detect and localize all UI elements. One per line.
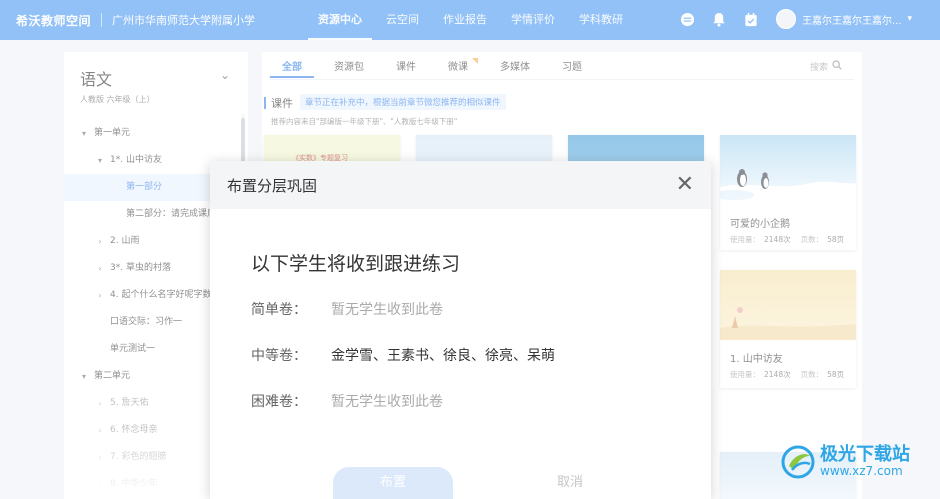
row-value: 暂无学生收到此卷 bbox=[331, 394, 443, 410]
layered-assignment-dialog: 布置分层巩固 ✕ 以下学生将收到跟进练习 简单卷： 暂无学生收到此卷 中等卷： … bbox=[210, 161, 711, 499]
easy-paper-row: 简单卷： 暂无学生收到此卷 bbox=[251, 299, 443, 319]
dialog-heading: 以下学生将收到跟进练习 bbox=[251, 253, 461, 275]
medium-paper-row: 中等卷： 金学雪、王素书、徐良、徐亮、呆萌 bbox=[251, 345, 555, 365]
row-label: 中等卷： bbox=[251, 348, 307, 364]
watermark-url: www.xz7.com bbox=[820, 464, 903, 478]
close-icon[interactable]: ✕ bbox=[676, 174, 694, 196]
row-value: 金学雪、王素书、徐良、徐亮、呆萌 bbox=[331, 348, 555, 364]
dialog-header: 布置分层巩固 ✕ bbox=[210, 161, 711, 209]
watermark-logo-icon bbox=[781, 445, 815, 479]
dialog-title: 布置分层巩固 bbox=[227, 176, 318, 195]
row-label: 简单卷： bbox=[251, 302, 307, 318]
cancel-button[interactable]: 取消 bbox=[510, 467, 630, 499]
assign-button[interactable]: 布置 bbox=[333, 467, 453, 499]
watermark-name: 极光下载站 bbox=[820, 444, 910, 465]
hard-paper-row: 困难卷： 暂无学生收到此卷 bbox=[251, 391, 443, 411]
row-value: 暂无学生收到此卷 bbox=[331, 302, 443, 318]
site-watermark: 极光下载站 www.xz7.com bbox=[780, 444, 910, 480]
row-label: 困难卷： bbox=[251, 394, 307, 410]
